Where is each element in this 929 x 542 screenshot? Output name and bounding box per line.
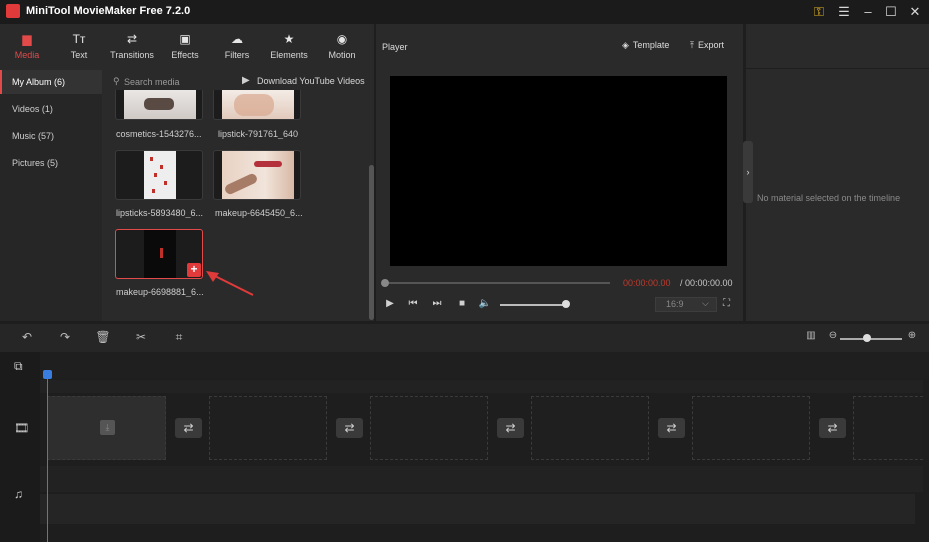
previous-frame-icon[interactable]: ⏮ [406,298,420,309]
collapse-panel-button[interactable]: › [743,141,753,203]
audio-waveform-icon[interactable]: ▥ [803,330,819,341]
drop-media-icon: ⤓ [100,420,115,435]
media-thumbnail[interactable] [213,150,301,200]
split-icon[interactable]: ✂ [133,330,149,344]
template-button[interactable]: ◈ Template [622,40,669,54]
media-item-label: lipstick-791761_640 [218,129,299,139]
search-input[interactable] [124,75,224,88]
text-icon: Tт [72,32,86,46]
close-button[interactable]: ✕ [904,2,926,22]
download-youtube-link[interactable]: Download YouTube Videos [257,76,365,86]
redo-icon[interactable]: ↷ [57,330,73,344]
tab-motion[interactable]: ◉ Motion [320,24,364,70]
zoom-in-icon[interactable]: ⊕ [904,330,920,341]
app-logo-icon [6,4,20,18]
undo-icon[interactable]: ↶ [19,330,35,344]
tab-text[interactable]: Tт Text [56,24,102,70]
media-item-label: makeup-6645450_6... [215,208,303,218]
media-item-label: lipsticks-5893480_6... [116,208,204,218]
volume-icon[interactable]: 🔈 [478,298,492,309]
app-title: MiniTool MovieMaker Free 7.2.0 [26,5,191,17]
timeline-ruler[interactable] [40,352,929,378]
media-scrollbar-thumb[interactable] [369,165,374,320]
chevron-down-icon[interactable]: ⌵ [702,298,709,309]
tab-media[interactable]: ▆ Media [4,24,50,70]
media-thumbnail[interactable] [115,150,203,200]
total-time: / 00:00:00.00 [680,278,733,288]
video-track-icon: 🎞 [14,421,30,435]
playback-progress-handle[interactable] [381,279,389,287]
filters-icon: ☁ [231,32,243,46]
layers-icon: ◈ [622,40,629,50]
sidebar-item-videos[interactable]: Videos (1) [0,97,102,121]
tab-filters[interactable]: ☁ Filters [216,24,258,70]
tab-effects[interactable]: ▣ Effects [164,24,206,70]
music-track-icon: ♫ [14,487,23,501]
sidebar-item-pictures[interactable]: Pictures (5) [0,151,102,175]
transition-button[interactable]: ⇄ [497,418,524,438]
video-track-slot[interactable] [531,396,649,460]
video-track-slot-drop[interactable]: ⤓ [47,396,166,460]
video-track-slot[interactable] [853,396,923,460]
add-to-timeline-button[interactable]: + [187,263,201,277]
next-frame-icon[interactable]: ⏭ [430,298,444,309]
fullscreen-icon[interactable]: ⛶ [723,298,730,309]
sidebar-item-my-album[interactable]: My Album (6) [0,70,102,94]
playhead-handle[interactable] [43,370,52,379]
export-button[interactable]: ⤒ Export [690,40,724,54]
playback-progress-bar[interactable] [384,282,610,284]
add-track-icon[interactable]: ⧉ [14,359,23,374]
volume-slider-handle[interactable] [562,300,570,308]
delete-icon[interactable]: 🗑 [95,330,111,344]
video-preview [390,76,727,266]
properties-divider [746,68,929,69]
track-headers [0,352,40,542]
media-thumbnail[interactable] [115,90,203,120]
tab-elements[interactable]: ★ Elements [266,24,312,70]
zoom-slider-handle[interactable] [863,334,871,342]
search-icon: ⚲ [113,76,120,86]
current-time: 00:00:00.00 [623,278,671,288]
zoom-out-icon[interactable]: ⊖ [825,330,841,341]
properties-empty-message: No material selected on the timeline [757,193,901,203]
effects-icon: ▣ [179,32,191,46]
minimize-button[interactable]: – [857,2,879,22]
player-title: Player [382,42,408,52]
audio-track[interactable] [40,466,923,492]
video-track-slot[interactable] [692,396,810,460]
menu-icon[interactable]: ☰ [833,2,855,22]
transition-button[interactable]: ⇄ [175,418,202,438]
volume-slider[interactable] [500,304,566,306]
timeline-ruler-bar [40,380,923,393]
media-item-label: cosmetics-1543276... [116,129,202,139]
key-icon[interactable]: ⚿ [808,2,830,22]
media-thumbnail[interactable] [213,90,301,120]
media-item-label: makeup-6698881_6... [116,287,204,297]
youtube-icon[interactable]: ▶ [242,75,250,86]
motion-icon: ◉ [336,32,348,46]
transitions-icon: ⇄ [126,32,138,46]
transition-button[interactable]: ⇄ [336,418,363,438]
media-icon: ▆ [22,32,32,46]
transition-button[interactable]: ⇄ [819,418,846,438]
maximize-button[interactable]: ☐ [880,2,902,22]
music-track[interactable] [40,494,915,524]
play-icon[interactable]: ▶ [383,298,397,309]
crop-icon[interactable]: ⌗ [171,330,187,345]
sidebar-item-music[interactable]: Music (57) [0,124,102,148]
playhead[interactable] [47,372,48,542]
zoom-slider[interactable] [840,338,902,340]
elements-icon: ★ [283,32,295,46]
video-track-slot[interactable] [370,396,488,460]
transition-button[interactable]: ⇄ [658,418,685,438]
export-icon: ⤒ [690,40,694,50]
annotation-arrow [206,271,254,296]
tab-transitions[interactable]: ⇄ Transitions [106,24,158,70]
stop-icon[interactable]: ■ [455,298,469,309]
video-track-slot[interactable] [209,396,327,460]
